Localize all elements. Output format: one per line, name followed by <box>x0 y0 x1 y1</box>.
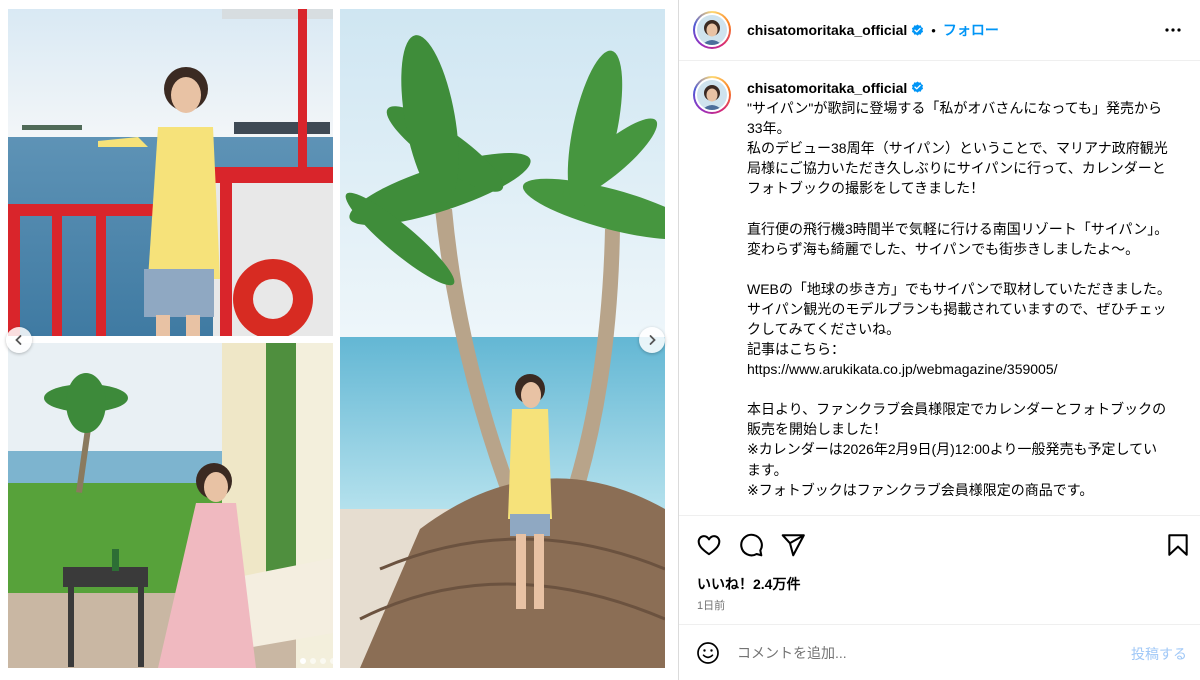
separator-dot: • <box>931 22 936 38</box>
heart-icon <box>697 535 721 556</box>
carousel-dot <box>330 658 336 664</box>
photo-terrace[interactable] <box>8 343 333 668</box>
avatar-image <box>697 15 727 45</box>
verified-badge-icon <box>912 81 924 93</box>
save-button[interactable] <box>1165 532 1191 558</box>
carousel-dots <box>300 658 336 664</box>
caption-line: 直行便の飛行機3時間半で気軽に行ける南国リゾート「サイパン」。 <box>747 220 1169 237</box>
caption-line: サイパン観光のモデルプランも掲載されていますので、ぜひチェックしてみてくださいね… <box>747 300 1167 337</box>
verified-badge-icon <box>912 23 924 36</box>
caption-text: "サイパン"が歌詞に登場する「私がオバさんになっても」発売から33年。 私のデビュ… <box>747 98 1171 500</box>
comment-input[interactable] <box>737 640 1117 666</box>
caption-line: 変わらず海も綺麗でした、サイパンでも街歩きしましたよ〜。 <box>747 240 1140 257</box>
comment-button[interactable] <box>738 532 764 558</box>
chevron-left-icon <box>15 335 22 345</box>
caption-line: 記事はこちら： <box>747 341 845 358</box>
caption-line: ※カレンダーは2026年2月9日(月)12:00より一般発売も予定しています。 <box>747 441 1158 478</box>
caption-username-link[interactable]: chisatomoritaka_official <box>747 80 907 96</box>
emoji-button[interactable] <box>696 641 720 665</box>
post-sidebar: chisatomoritaka_official • フォロー chisatom… <box>678 0 1200 680</box>
carousel-dot <box>310 658 316 664</box>
photo-palm-beach[interactable] <box>340 9 665 668</box>
caption-body: chisatomoritaka_official "サイパン"が歌詞に登場する「… <box>747 76 1171 514</box>
caption-section: chisatomoritaka_official "サイパン"が歌詞に登場する「… <box>679 62 1200 514</box>
photo-boat-deck[interactable] <box>8 9 333 336</box>
photo-palm-beach-image <box>340 9 665 668</box>
post-media <box>0 0 678 680</box>
carousel-dot <box>300 658 306 664</box>
caption-line: WEBの「地球の歩き方」でもサイパンで取材していただきました。 <box>747 280 1171 297</box>
share-icon <box>781 534 805 557</box>
photo-boat-deck-image <box>8 9 333 336</box>
chevron-right-icon <box>649 335 656 345</box>
username-link[interactable]: chisatomoritaka_official <box>747 22 907 38</box>
caption-line: 私のデビュー38周年（サイパン）ということで、マリアナ政府観光局様にご協力いただ… <box>747 140 1168 197</box>
comment-icon <box>740 533 763 557</box>
avatar[interactable] <box>693 11 731 49</box>
post-header: chisatomoritaka_official • フォロー <box>679 0 1200 61</box>
caption-line: "サイパン"が歌詞に登場する「私がオバさんになっても」発売から33年。 <box>747 100 1162 137</box>
caption-line: ※フォトブックはファンクラブ会員様限定の商品です。 <box>747 481 1094 498</box>
carousel-dot <box>320 658 326 664</box>
post-timestamp[interactable]: 1日前 <box>697 597 725 613</box>
like-button[interactable] <box>696 532 722 558</box>
follow-button[interactable]: フォロー <box>943 20 999 40</box>
comment-bar: 投稿する <box>679 624 1200 680</box>
action-bar <box>679 515 1200 575</box>
emoji-icon <box>697 642 719 664</box>
post-comment-button[interactable]: 投稿する <box>1131 644 1187 664</box>
share-button[interactable] <box>780 532 806 558</box>
carousel-next-button[interactable] <box>639 327 665 353</box>
caption-avatar[interactable] <box>693 76 731 114</box>
caption-line: 本日より、ファンクラブ会員様限定でカレンダーとフォトブックの販売を開始しました！ <box>747 401 1167 438</box>
caption-avatar-image <box>697 80 727 110</box>
bookmark-icon <box>1168 534 1188 556</box>
caption-line[interactable]: https://www.arukikata.co.jp/webmagazine/… <box>747 359 1171 379</box>
likes-count[interactable]: いいね！2.4万件 <box>697 574 800 594</box>
photo-terrace-image <box>8 343 333 668</box>
more-icon[interactable] <box>1161 18 1185 42</box>
carousel-prev-button[interactable] <box>6 327 32 353</box>
